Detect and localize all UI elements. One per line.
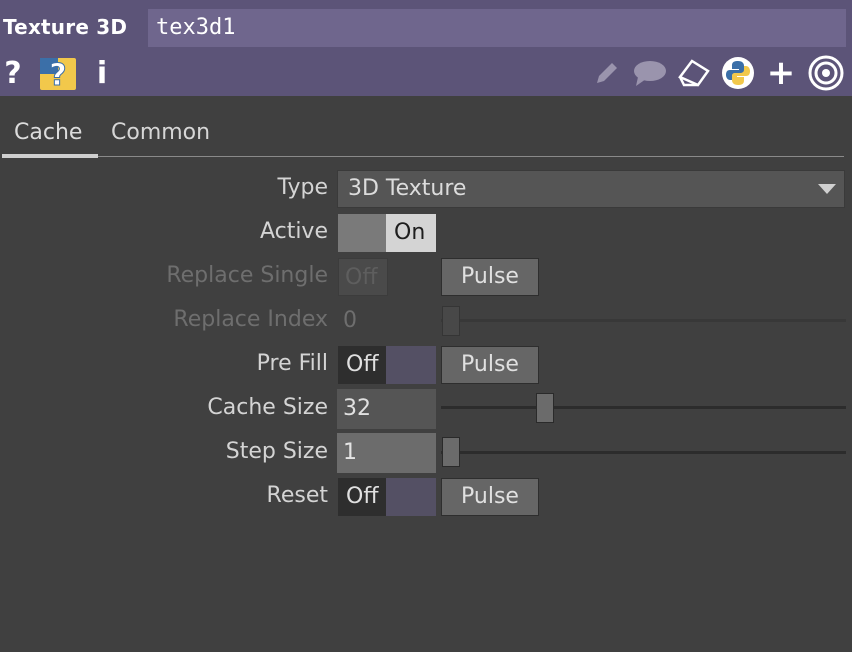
active-tab-indicator	[2, 154, 98, 158]
svg-text:?: ?	[49, 58, 66, 90]
cache-size-label: Cache Size	[207, 395, 328, 420]
tab-cache[interactable]: Cache	[14, 120, 82, 145]
info-icon[interactable]: i	[93, 56, 111, 91]
parameter-tabs: Cache Common	[0, 116, 852, 158]
step-size-field[interactable]: 1	[337, 433, 436, 473]
chevron-down-icon	[818, 184, 836, 194]
replace-single-value: Off	[338, 258, 388, 296]
active-label: Active	[259, 219, 328, 244]
replace-index-label: Replace Index	[173, 307, 328, 332]
replace-index-slider-track[interactable]	[441, 319, 846, 322]
pre-fill-label: Pre Fill	[256, 351, 328, 376]
cache-size-slider-thumb[interactable]	[536, 393, 554, 423]
python-help-icon[interactable]: ?	[40, 56, 76, 90]
clone-icon[interactable]	[676, 56, 712, 90]
operator-type-label: Texture 3D	[3, 15, 128, 39]
pre-fill-pulse-button[interactable]: Pulse	[441, 346, 539, 384]
toggle-knob	[386, 478, 436, 516]
replace-single-label: Replace Single	[166, 263, 328, 288]
replace-single-toggle[interactable]: Off	[338, 258, 388, 296]
step-size-slider-track[interactable]	[441, 451, 846, 454]
replace-index-slider-thumb[interactable]	[442, 306, 460, 336]
active-toggle[interactable]: On	[338, 214, 436, 252]
help-icon[interactable]: ?	[2, 56, 24, 91]
pre-fill-toggle[interactable]: Off	[338, 346, 436, 384]
pre-fill-value: Off	[338, 346, 386, 384]
step-size-slider-thumb[interactable]	[442, 437, 460, 467]
toggle-knob	[338, 214, 386, 252]
toggle-knob	[386, 346, 436, 384]
tab-divider	[2, 156, 844, 157]
tab-common[interactable]: Common	[111, 120, 210, 145]
step-size-label: Step Size	[225, 439, 328, 464]
type-dropdown[interactable]: 3D Texture	[337, 170, 845, 208]
operator-name-field[interactable]: tex3d1	[148, 9, 846, 47]
operator-header: Texture 3D tex3d1 ? ? i +	[0, 0, 852, 96]
reset-pulse-button[interactable]: Pulse	[441, 478, 539, 516]
comment-icon[interactable]	[632, 56, 668, 90]
reset-label: Reset	[266, 483, 328, 508]
python-icon[interactable]	[720, 56, 756, 90]
reset-toggle[interactable]: Off	[338, 478, 436, 516]
type-label: Type	[277, 175, 328, 200]
cache-size-slider-track[interactable]	[441, 406, 846, 409]
active-toggle-value: On	[386, 214, 436, 252]
cache-size-field[interactable]: 32	[337, 389, 436, 429]
add-icon[interactable]: +	[766, 53, 796, 93]
target-icon[interactable]	[808, 55, 844, 91]
type-value: 3D Texture	[348, 176, 467, 201]
replace-single-pulse-button[interactable]: Pulse	[441, 258, 539, 296]
pencil-icon[interactable]	[592, 56, 622, 90]
reset-value: Off	[338, 478, 386, 516]
replace-index-field[interactable]: 0	[337, 301, 436, 341]
